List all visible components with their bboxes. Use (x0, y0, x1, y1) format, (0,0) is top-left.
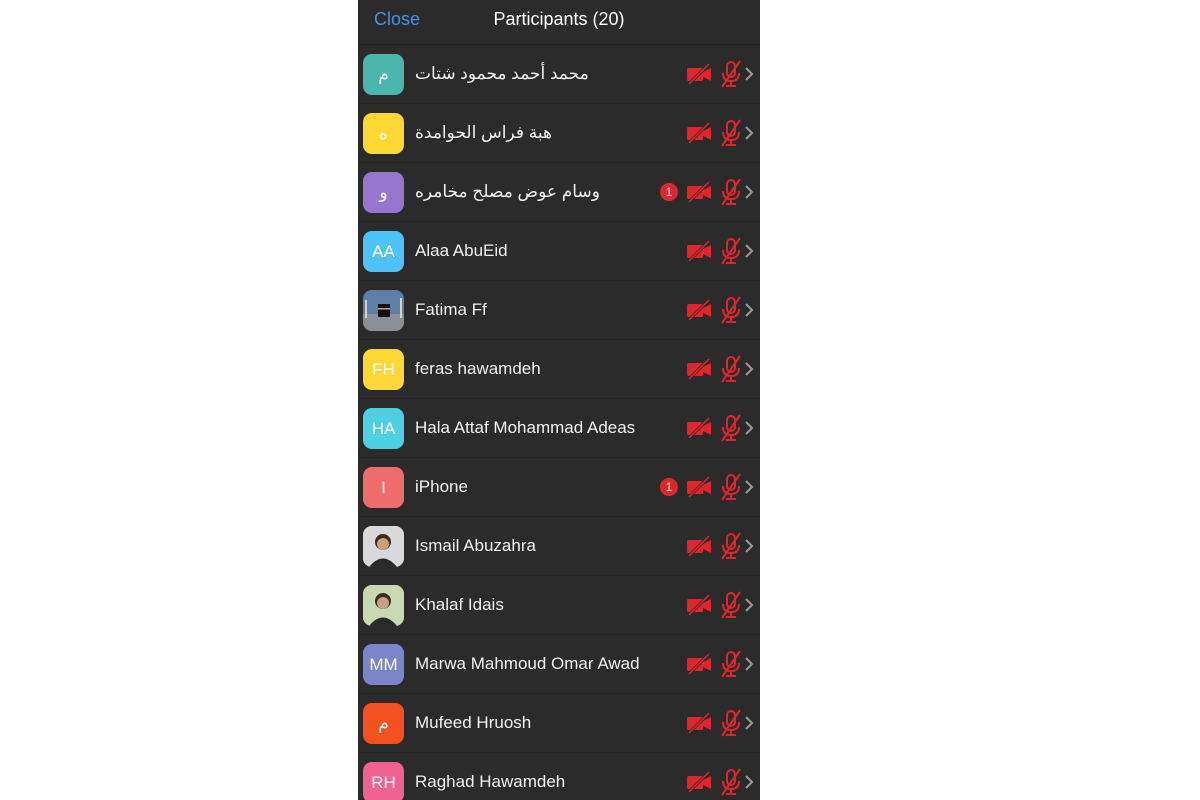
participant-row[interactable]: Khalaf Idais (358, 576, 760, 635)
participant-row[interactable]: و وسام عوض مصلح مخامره 1 (358, 163, 760, 222)
mic-off-icon (720, 178, 742, 206)
chevron-right-icon[interactable] (744, 243, 754, 259)
mic-off-icon (720, 296, 742, 324)
unread-badge: 1 (660, 183, 678, 201)
participant-name: محمد أحمد محمود شتات (415, 64, 589, 83)
avatar: ه (363, 113, 404, 154)
video-off-icon (686, 652, 712, 676)
mic-off-icon (720, 591, 742, 619)
chevron-right-icon[interactable] (744, 125, 754, 141)
video-off-icon (686, 475, 712, 499)
video-off-icon (686, 180, 712, 204)
participant-row[interactable]: RH Raghad Hawamdeh (358, 753, 760, 800)
video-off-icon (686, 416, 712, 440)
avatar (363, 526, 404, 567)
video-off-icon (686, 770, 712, 794)
mic-off-icon (720, 473, 742, 501)
chevron-right-icon[interactable] (744, 656, 754, 672)
participant-name: Khalaf Idais (415, 595, 504, 614)
avatar: FH (363, 349, 404, 390)
avatar: RH (363, 762, 404, 800)
mic-off-icon (720, 60, 742, 88)
chevron-right-icon[interactable] (744, 538, 754, 554)
participant-name: Hala Attaf Mohammad Adeas (415, 418, 636, 437)
video-off-icon (686, 534, 712, 558)
mic-off-icon (720, 650, 742, 678)
mic-off-icon (720, 768, 742, 796)
mic-off-icon (720, 532, 742, 560)
video-off-icon (686, 711, 712, 735)
participant-name: Ismail Abuzahra (415, 536, 536, 555)
participants-panel: Close Participants (20) م محمد أحمد محمود… (358, 0, 760, 800)
participant-name: هبة فراس الحوامدة (415, 123, 552, 142)
participant-row[interactable]: م محمد أحمد محمود شتات (358, 45, 760, 104)
video-off-icon (686, 239, 712, 263)
avatar: م (363, 703, 404, 744)
avatar: AA (363, 231, 404, 272)
mic-off-icon (720, 355, 742, 383)
participant-row[interactable]: م Mufeed Hruosh (358, 694, 760, 753)
avatar: و (363, 172, 404, 213)
participant-list: م محمد أحمد محمود شتات ه هبة فراس الحوامدة و… (358, 45, 760, 800)
avatar: MM (363, 644, 404, 685)
unread-badge: 1 (660, 478, 678, 496)
participant-name: Fatima Ff (415, 300, 487, 319)
chevron-right-icon[interactable] (744, 302, 754, 318)
chevron-right-icon[interactable] (744, 184, 754, 200)
chevron-right-icon[interactable] (744, 597, 754, 613)
video-off-icon (686, 593, 712, 617)
avatar: م (363, 54, 404, 95)
participant-name: Raghad Hawamdeh (415, 772, 566, 791)
mic-off-icon (720, 237, 742, 265)
participant-name: Marwa Mahmoud Omar Awad (415, 654, 640, 673)
participant-row[interactable]: Ismail Abuzahra (358, 517, 760, 576)
header-bar: Close Participants (20) (358, 0, 760, 45)
participant-name: feras hawamdeh (415, 359, 541, 378)
chevron-right-icon[interactable] (744, 420, 754, 436)
participant-name: وسام عوض مصلح مخامره (415, 182, 600, 201)
participant-row[interactable]: FH feras hawamdeh (358, 340, 760, 399)
mic-off-icon (720, 709, 742, 737)
participant-name: iPhone (415, 477, 468, 496)
avatar (363, 290, 404, 331)
video-off-icon (686, 298, 712, 322)
participant-row[interactable]: AA Alaa AbuEid (358, 222, 760, 281)
video-off-icon (686, 121, 712, 145)
chevron-right-icon[interactable] (744, 774, 754, 790)
avatar: HA (363, 408, 404, 449)
chevron-right-icon[interactable] (744, 479, 754, 495)
avatar (363, 585, 404, 626)
participant-row[interactable]: HA Hala Attaf Mohammad Adeas (358, 399, 760, 458)
chevron-right-icon[interactable] (744, 361, 754, 377)
participant-row[interactable]: MM Marwa Mahmoud Omar Awad (358, 635, 760, 694)
video-off-icon (686, 62, 712, 86)
participant-row[interactable]: IiPhone 1 (358, 458, 760, 517)
participant-row[interactable]: Fatima Ff (358, 281, 760, 340)
chevron-right-icon[interactable] (744, 715, 754, 731)
mic-off-icon (720, 119, 742, 147)
avatar: I (363, 467, 404, 508)
participant-name: Mufeed Hruosh (415, 713, 532, 732)
page-title: Participants (20) (493, 9, 625, 29)
chevron-right-icon[interactable] (744, 66, 754, 82)
participant-name: Alaa AbuEid (415, 241, 508, 260)
participant-row[interactable]: ه هبة فراس الحوامدة (358, 104, 760, 163)
video-off-icon (686, 357, 712, 381)
mic-off-icon (720, 414, 742, 442)
